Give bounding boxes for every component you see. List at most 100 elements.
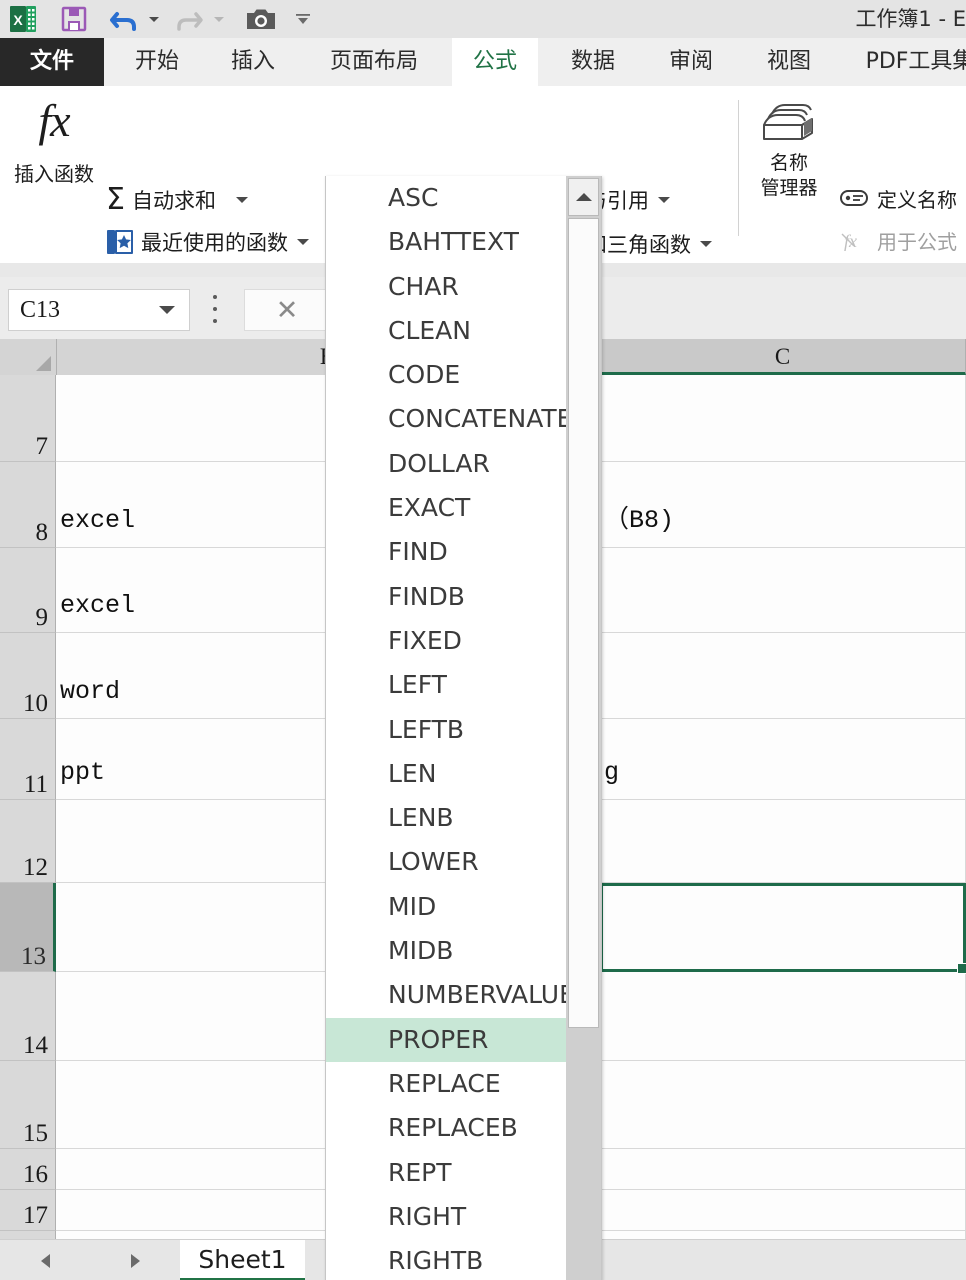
row-header-9[interactable]: 9 [0,548,56,633]
tab-file[interactable]: 文件 [0,38,104,86]
tab-data[interactable]: 数据 [550,38,636,86]
tab-page-layout[interactable]: 页面布局 [304,38,444,86]
formula-bar-more-icon[interactable] [212,295,218,323]
cell-c10[interactable] [600,633,966,718]
sheet-nav-prev-icon[interactable] [40,1253,50,1268]
tab-insert[interactable]: 插入 [210,38,296,86]
menu-item-lower[interactable]: LOWER [326,840,566,884]
menu-item-asc[interactable]: ASC [326,176,566,220]
column-header-c[interactable]: C [600,339,966,375]
menu-item-mid[interactable]: MID [326,885,566,929]
name-manager-button[interactable]: 名称 管理器 [748,98,830,201]
cancel-formula-button[interactable]: ✕ [244,289,330,331]
menu-item-midb[interactable]: MIDB [326,929,566,973]
sheet-nav-next-icon[interactable] [130,1253,140,1268]
undo-dropdown-icon[interactable] [149,16,159,22]
cell-text: （B8) [604,506,675,535]
name-manager-label-line2: 管理器 [760,177,818,199]
menu-item-char[interactable]: CHAR [326,265,566,309]
row-header-15[interactable]: 15 [0,1061,56,1149]
cell-c9[interactable] [600,548,966,632]
menu-item-numbervalue[interactable]: NUMBERVALUE [326,973,575,1017]
cell-c7[interactable] [600,375,966,461]
row-header-7[interactable]: 7 [0,375,56,462]
recently-used-caret-icon[interactable] [297,239,309,245]
row-header-13[interactable]: 13 [0,883,56,972]
recently-used-button[interactable]: 最近使用的函数 [102,222,313,262]
menu-item-leftb[interactable]: LEFTB [326,708,566,752]
lookup-reference-caret-icon[interactable] [658,197,670,203]
menu-item-len[interactable]: LEN [326,752,566,796]
tab-view[interactable]: 视图 [746,38,832,86]
row-number: 14 [23,1031,48,1059]
cell-c16[interactable] [600,1149,966,1189]
cell-c13[interactable] [600,883,966,971]
autosum-caret-icon[interactable] [235,197,248,203]
sigma-icon: Σ [106,182,125,217]
menu-item-find[interactable]: FIND [326,530,566,574]
menu-item-rightb[interactable]: RIGHTB [326,1239,566,1280]
menu-item-fixed[interactable]: FIXED [326,619,566,663]
cell-c8[interactable]: （B8) [600,462,966,547]
autosum-button[interactable]: Σ 自动求和 [102,180,252,220]
undo-icon[interactable] [102,0,146,38]
tab-review[interactable]: 审阅 [648,38,734,86]
menu-item-replaceb[interactable]: REPLACEB [326,1106,566,1150]
menu-item-left[interactable]: LEFT [326,663,566,707]
name-box[interactable]: C13 [8,289,190,331]
row-header-11[interactable]: 11 [0,719,56,800]
cell-c18[interactable] [600,1231,966,1239]
scrollbar-thumb[interactable] [568,218,599,1028]
scroll-up-button[interactable] [568,178,599,216]
customize-qat-icon[interactable] [288,0,318,38]
cell-c15[interactable] [600,1061,966,1148]
save-icon[interactable] [46,0,102,38]
row-header-16[interactable]: 16 [0,1149,56,1190]
row-header-12[interactable]: 12 [0,800,56,883]
define-name-button[interactable]: 定义名称 [836,178,961,218]
sheet-nav-arrows [0,1240,180,1280]
cell-text: excel [60,591,136,620]
row-header-14[interactable]: 14 [0,972,56,1061]
redo-dropdown-icon [214,16,224,22]
screenshot-icon[interactable] [234,0,288,38]
menu-item-clean[interactable]: CLEAN [326,309,566,353]
row-number: 11 [23,770,48,798]
math-trig-caret-icon[interactable] [700,241,712,247]
cell-c11[interactable]: g [600,719,966,799]
menu-item-bahttext[interactable]: BAHTTEXT [326,220,566,264]
cell-text: excel [60,506,136,535]
redo-icon [167,0,211,38]
svg-text:X: X [13,12,23,28]
menu-item-dollar[interactable]: DOLLAR [326,442,566,486]
row-header-10[interactable]: 10 [0,633,56,719]
tab-formulas[interactable]: 公式 [452,38,538,87]
insert-function-button[interactable]: fx 插入函数 [4,90,104,250]
menu-item-exact[interactable]: EXACT [326,486,566,530]
cell-text [56,1134,60,1148]
tab-pdf-tools[interactable]: PDF工具集 [840,38,966,86]
menu-item-proper[interactable]: PROPER [326,1017,566,1062]
dropdown-scrollbar[interactable] [566,176,601,1280]
row-header-8[interactable]: 8 [0,462,56,548]
menu-item-rept[interactable]: REPT [326,1151,566,1195]
menu-item-right[interactable]: RIGHT [326,1195,566,1239]
row-number: 13 [21,942,46,970]
row-header-18[interactable]: 18 [0,1231,56,1239]
name-box-value: C13 [20,296,61,323]
sheet-tab-sheet1[interactable]: Sheet1 [180,1240,305,1280]
cell-c12[interactable] [600,800,966,882]
sheet-tab-label: Sheet1 [198,1244,287,1274]
menu-item-replace[interactable]: REPLACE [326,1062,566,1106]
menu-item-lenb[interactable]: LENB [326,796,566,840]
tab-home[interactable]: 开始 [114,38,200,86]
name-box-chevron-down-icon[interactable] [159,306,175,314]
select-all-corner[interactable] [0,339,57,375]
menu-item-concatenate[interactable]: CONCATENATE [326,397,572,441]
chevron-up-icon [575,193,592,201]
menu-item-code[interactable]: CODE [326,353,566,397]
row-header-17[interactable]: 17 [0,1190,56,1231]
menu-item-findb[interactable]: FINDB [326,575,566,619]
cell-c17[interactable] [600,1190,966,1230]
cell-c14[interactable] [600,972,966,1060]
